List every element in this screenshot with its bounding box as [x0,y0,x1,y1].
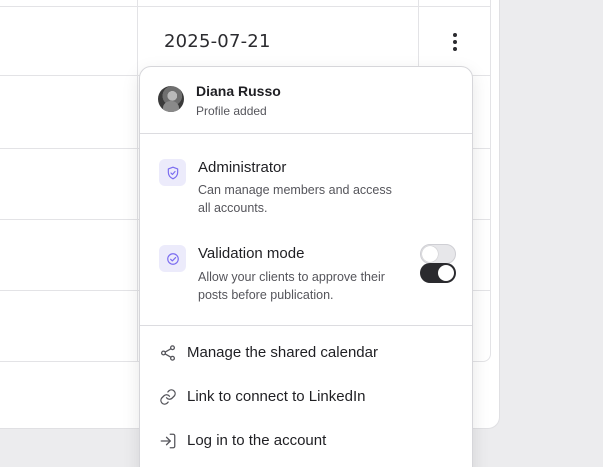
menu-header: Diana Russo Profile added [140,67,472,134]
avatar [158,86,184,112]
shield-check-icon [159,159,186,186]
user-status: Profile added [196,104,267,118]
link-icon [160,389,176,405]
login-icon [160,433,176,449]
circle-check-icon [159,245,186,272]
column-divider [418,0,419,75]
menu-divider [140,325,472,326]
action-label: Log in to the account [187,432,327,449]
action-manage-shared-calendar[interactable]: Manage the shared calendar [140,333,472,373]
share-icon [160,345,176,361]
validation-mode-toggle[interactable] [420,263,456,283]
table-row [0,6,491,7]
administrator-toggle[interactable] [420,244,456,264]
column-divider [137,0,138,362]
action-log-in-account[interactable]: Log in to the account [140,421,472,461]
option-title: Validation mode [198,245,305,262]
action-label: Manage the shared calendar [187,344,378,361]
option-description: Can manage members and access all accoun… [198,183,392,215]
option-description: Allow your clients to approve their post… [198,270,385,302]
member-options-menu: Diana Russo Profile added Administrator … [139,66,473,467]
more-options-icon[interactable] [440,28,470,56]
option-title: Administrator [198,159,287,176]
date-cell: 2025-07-21 [164,31,271,52]
action-label: Link to connect to LinkedIn [187,388,366,405]
action-link-linkedin[interactable]: Link to connect to LinkedIn [140,377,472,417]
user-name: Diana Russo [196,83,281,99]
